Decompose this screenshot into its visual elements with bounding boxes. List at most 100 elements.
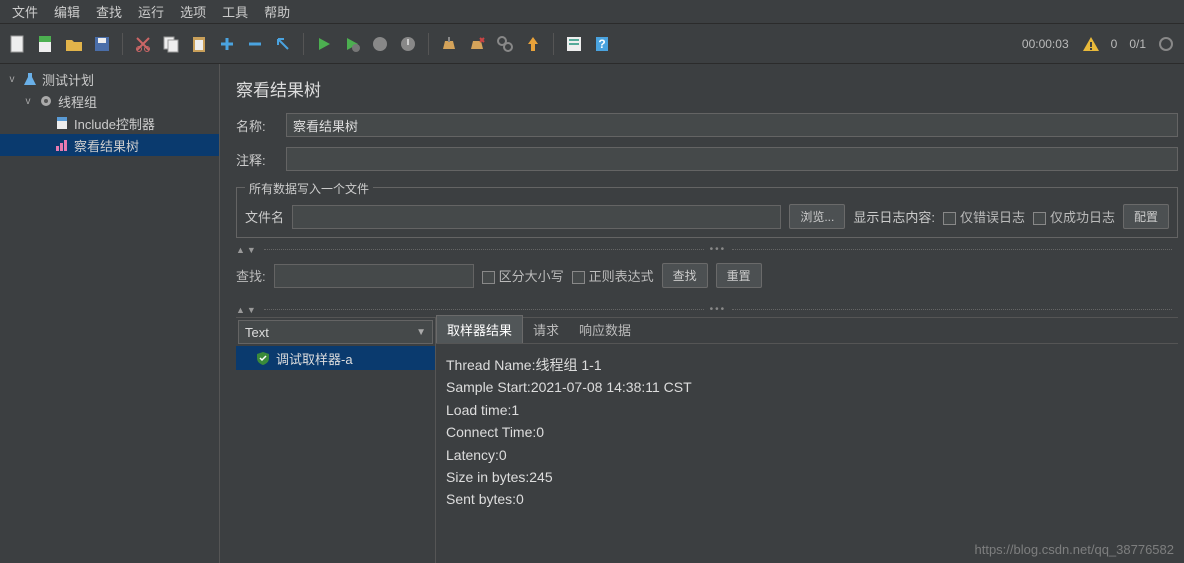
case-sensitive-checkbox[interactable] [482,271,495,284]
triangle-down-icon[interactable]: ▼ [247,305,256,315]
renderer-combo[interactable]: Text ▼ [238,320,433,344]
help-icon[interactable]: ? [590,32,614,56]
tab-response-data[interactable]: 响应数据 [569,316,641,343]
detail-line: Sample Start:2021-07-08 14:38:11 CST [446,376,1168,398]
reset-search-icon[interactable] [521,32,545,56]
name-input[interactable] [286,113,1178,137]
browse-button[interactable]: 浏览... [789,204,845,229]
config-button[interactable]: 配置 [1123,204,1169,229]
cut-icon[interactable] [131,32,155,56]
copy-icon[interactable] [159,32,183,56]
detail-line: Connect Time:0 [446,421,1168,443]
detail-line: Latency:0 [446,444,1168,466]
detail-line: Size in bytes:245 [446,466,1168,488]
search-icon[interactable] [493,32,517,56]
tree-node-threadgroup[interactable]: v 线程组 [0,90,219,112]
divider: ▲ ▼ ••• [236,304,1178,315]
only-success-checkbox[interactable] [1033,212,1046,225]
separator [553,33,554,55]
chart-icon [54,137,70,153]
results-list: Text ▼ 调试取样器-a [236,318,436,563]
tree-label: 线程组 [58,92,97,111]
search-button[interactable]: 查找 [662,263,708,288]
tree-label: 测试计划 [42,70,94,89]
expander-icon[interactable]: v [6,74,18,85]
tree-label: Include控制器 [74,114,155,133]
save-icon[interactable] [90,32,114,56]
only-success-label: 仅成功日志 [1050,210,1115,225]
search-row: 查找: 区分大小写 正则表达式 查找 重置 [236,263,1178,288]
detail-line: Sent bytes:0 [446,488,1168,510]
clear-all-icon[interactable] [465,32,489,56]
triangle-up-icon[interactable]: ▲ [236,305,245,315]
sample-result-item[interactable]: 调试取样器-a [236,346,435,370]
shield-success-icon [256,351,270,365]
paste-icon[interactable] [187,32,211,56]
expand-icon[interactable] [215,32,239,56]
comment-row: 注释: [236,147,1178,171]
run-noclock-icon[interactable] [340,32,364,56]
warning-icon[interactable] [1079,32,1103,56]
toggle-icon[interactable] [271,32,295,56]
menubar: 文件 编辑 查找 运行 选项 工具 帮助 [0,0,1184,24]
menu-edit[interactable]: 编辑 [46,0,88,23]
search-label: 查找: [236,266,266,285]
menu-run[interactable]: 运行 [130,0,172,23]
menu-file[interactable]: 文件 [4,0,46,23]
menu-help[interactable]: 帮助 [256,0,298,23]
detail-body: Thread Name:线程组 1-1 Sample Start:2021-07… [436,344,1178,521]
clear-icon[interactable] [437,32,461,56]
function-helper-icon[interactable] [562,32,586,56]
tree-pane: v 测试计划 v 线程组 Include控制器 察看结果树 [0,64,220,563]
svg-text:?: ? [598,37,605,51]
only-error-checkbox[interactable] [943,212,956,225]
new-file-icon[interactable] [6,32,30,56]
filename-input[interactable] [292,205,781,229]
search-input[interactable] [274,264,474,288]
shutdown-icon[interactable] [396,32,420,56]
combo-value: Text [245,325,269,340]
reset-button[interactable]: 重置 [716,263,762,288]
toolbar: ? 00:00:03 0 0/1 [0,24,1184,64]
watermark: https://blog.csdn.net/qq_38776582 [975,542,1175,557]
sample-detail-pane: 取样器结果 请求 响应数据 Thread Name:线程组 1-1 Sample… [436,318,1178,563]
comment-input[interactable] [286,147,1178,171]
filename-label: 文件名 [245,207,284,226]
separator [303,33,304,55]
tree-node-include-controller[interactable]: Include控制器 [0,112,219,134]
file-output-group: 所有数据写入一个文件 文件名 浏览... 显示日志内容: 仅错误日志 仅成功日志… [236,187,1178,238]
tree-node-testplan[interactable]: v 测试计划 [0,68,219,90]
stop-icon[interactable] [368,32,392,56]
run-icon[interactable] [312,32,336,56]
detail-tabs: 取样器结果 请求 响应数据 [436,318,1178,344]
menu-search[interactable]: 查找 [88,0,130,23]
detail-line: Load time:1 [446,399,1168,421]
detail-line: Thread Name:线程组 1-1 [446,354,1168,376]
detail-pane: 察看结果树 名称: 注释: 所有数据写入一个文件 文件名 浏览... 显示日志内… [220,64,1184,563]
tab-sampler-result[interactable]: 取样器结果 [436,315,523,343]
triangle-down-icon[interactable]: ▼ [247,245,256,255]
tree-node-view-results-tree[interactable]: 察看结果树 [0,134,219,156]
triangle-up-icon[interactable]: ▲ [236,245,245,255]
divider: ▲ ▼ ••• [236,244,1178,255]
chevron-down-icon: ▼ [416,327,426,338]
open-icon[interactable] [62,32,86,56]
error-count: 0 [1111,37,1118,51]
results-split: Text ▼ 调试取样器-a 取样器结果 请求 响应数据 Thread Name… [236,317,1178,563]
menu-options[interactable]: 选项 [172,0,214,23]
collapse-icon[interactable] [243,32,267,56]
doc-icon [54,115,70,131]
expander-icon[interactable]: v [22,96,34,107]
regex-label: 正则表达式 [589,269,654,284]
comment-label: 注释: [236,150,276,169]
separator [428,33,429,55]
only-error-label: 仅错误日志 [960,210,1025,225]
menu-tools[interactable]: 工具 [214,0,256,23]
tree-label: 察看结果树 [74,136,139,155]
regex-checkbox[interactable] [572,271,585,284]
tab-request[interactable]: 请求 [523,316,569,343]
case-sensitive-label: 区分大小写 [499,269,564,284]
showlog-label: 显示日志内容: [853,207,935,226]
gear-icon [38,93,54,109]
template-icon[interactable] [34,32,58,56]
